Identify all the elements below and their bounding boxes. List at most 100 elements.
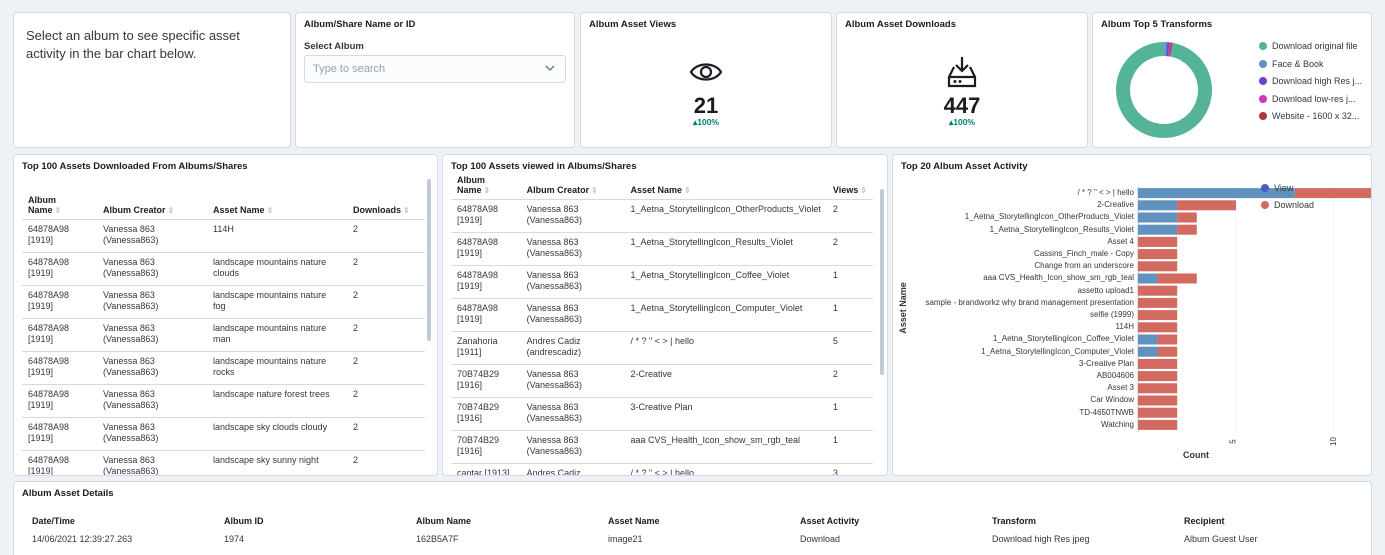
bar-download[interactable]	[1138, 310, 1178, 321]
downloads-header-label: Album Creator	[103, 204, 166, 215]
bar-download[interactable]	[1138, 383, 1178, 394]
bar-download[interactable]	[1138, 371, 1178, 382]
bar-download[interactable]	[1138, 358, 1178, 369]
bar-view[interactable]	[1138, 273, 1158, 284]
downloads-row: 64878A98 [1919] Vanessa 863 (Vanessa863) l…	[22, 252, 425, 286]
bar-download[interactable]	[1177, 224, 1197, 235]
downloads-cell: 2	[347, 384, 425, 418]
sort-icon[interactable]: ⇕	[168, 206, 175, 215]
bar-view[interactable]	[1138, 334, 1158, 345]
bar-download[interactable]	[1138, 249, 1178, 260]
downloads-header-album-creator[interactable]: Album Creator ⇕	[97, 177, 207, 220]
bar-download[interactable]	[1138, 322, 1178, 333]
bar-view[interactable]	[1138, 224, 1178, 235]
views-header-album-creator[interactable]: Album Creator ⇕	[520, 169, 625, 200]
details-header-label: Recipient	[1184, 516, 1225, 526]
views-metric-title: Album Asset Views	[589, 19, 677, 30]
bar-download[interactable]	[1157, 273, 1197, 284]
views-cell: 1	[826, 430, 873, 464]
chart-legend-item[interactable]: View	[1261, 183, 1293, 193]
downloads-cell: 2	[347, 417, 425, 451]
bar-view[interactable]	[1138, 346, 1158, 357]
bar-download[interactable]	[1138, 395, 1178, 406]
transform-legend-item[interactable]: Website - 1600 x 32...	[1259, 111, 1359, 121]
sort-icon[interactable]: ⇕	[267, 206, 274, 215]
chevron-down-icon[interactable]	[545, 64, 555, 75]
details-panel: Album Asset Details Date/Time Album ID Alb…	[13, 481, 1372, 555]
downloads-table-panel: Top 100 Assets Downloaded From Albums/Sh…	[13, 154, 438, 476]
transforms-title: Album Top 5 Transforms	[1101, 19, 1213, 30]
y-tick-label: Change from an underscore	[1034, 261, 1134, 271]
legend-dot	[1259, 42, 1267, 50]
downloads-cell: landscape mountains nature rocks	[207, 351, 347, 385]
sort-icon[interactable]: ⇕	[684, 186, 691, 195]
downloads-cell: Vanessa 863 (Vanessa863)	[97, 417, 207, 451]
views-header-views[interactable]: Views ⇕	[826, 169, 873, 200]
sort-icon[interactable]: ⇕	[403, 206, 410, 215]
y-tick-label: selfie (1999)	[1089, 310, 1134, 319]
downloads-cell: 2	[347, 318, 425, 352]
bar-view[interactable]	[1138, 200, 1178, 211]
donut-slice[interactable]	[1116, 42, 1212, 138]
bar-download[interactable]	[1138, 285, 1178, 296]
views-cell: / * ? " < > | hello	[624, 331, 827, 365]
sort-icon[interactable]: ⇕	[860, 186, 867, 195]
downloads-row: 64878A98 [1919] Vanessa 863 (Vanessa863) l…	[22, 351, 425, 385]
views-cell: Andres Cadiz (andrescadiz)	[520, 331, 625, 365]
views-header-label: Asset Name	[630, 184, 682, 195]
transform-legend-item[interactable]: Download low-res j...	[1259, 94, 1356, 104]
downloads-header-label: Downloads	[353, 204, 402, 215]
downloads-header-asset-name[interactable]: Asset Name ⇕	[207, 177, 347, 220]
bar-download[interactable]	[1138, 419, 1178, 430]
downloads-cell: landscape mountains nature clouds	[207, 252, 347, 286]
details-header-date-time: Date/Time	[26, 508, 218, 530]
views-cell: 2	[826, 364, 873, 398]
details-title: Album Asset Details	[22, 488, 114, 499]
x-tick-label: 10	[1328, 437, 1338, 446]
downloads-header-album-name[interactable]: Album Name ⇕	[22, 177, 97, 220]
transform-legend-label: Face & Book	[1272, 58, 1324, 69]
details-cell: Album Guest User	[1178, 530, 1366, 555]
transform-legend-item[interactable]: Download high Res j...	[1259, 76, 1362, 86]
views-row: 70B74B29 [1916] Vanessa 863 (Vanessa863) 3…	[451, 397, 873, 431]
bar-download[interactable]	[1138, 297, 1178, 308]
views-change: ▴100%	[692, 117, 719, 127]
downloads-header-downloads[interactable]: Downloads ⇕	[347, 177, 425, 220]
sort-icon[interactable]: ⇕	[484, 186, 491, 195]
details-cell: Download high Res jpeg	[986, 530, 1178, 555]
transform-legend-label: Download high Res j...	[1272, 76, 1363, 86]
bar-download[interactable]	[1177, 212, 1197, 223]
bar-download[interactable]	[1138, 261, 1178, 272]
bar-download[interactable]	[1138, 407, 1178, 418]
transform-legend-item[interactable]: Face & Book	[1259, 59, 1324, 69]
bar-download[interactable]	[1157, 334, 1178, 345]
transform-legend-item[interactable]: Download original file	[1259, 41, 1358, 51]
y-tick-label: 1_Aetna_StorytellingIcon_Computer_Violet	[981, 346, 1134, 356]
chart-legend-item[interactable]: Download	[1261, 200, 1314, 210]
sort-icon[interactable]: ⇕	[591, 186, 598, 195]
views-header-album-name[interactable]: Album Name ⇕	[451, 169, 521, 200]
views-cell: / * ? " < > | hello	[624, 463, 827, 475]
downloads-scrollbar[interactable]	[427, 179, 431, 341]
select-album-label: Select Album	[304, 41, 364, 52]
bar-download[interactable]	[1138, 236, 1178, 247]
views-cell: 64878A98 [1919]	[451, 298, 521, 332]
details-cell: image21	[602, 530, 794, 555]
views-header-asset-name[interactable]: Asset Name ⇕	[624, 169, 827, 200]
album-search-combobox[interactable]	[304, 55, 566, 83]
downloads-change: ▴100%	[948, 117, 975, 127]
sort-icon[interactable]: ⇕	[55, 206, 62, 215]
x-axis-label: Count	[1183, 450, 1209, 460]
bar-view[interactable]	[1138, 212, 1178, 223]
bar-download[interactable]	[1177, 200, 1236, 211]
chart-legend-label: View	[1274, 183, 1294, 193]
downloads-cell: 2	[347, 285, 425, 319]
album-search-input[interactable]	[305, 56, 525, 82]
bar-download[interactable]	[1157, 346, 1178, 357]
eye-icon	[581, 59, 831, 88]
details-row: 14/06/2021 12:39:27.263 1974 162B5A7F image…	[26, 530, 1366, 555]
downloads-metric-title: Album Asset Downloads	[845, 19, 957, 30]
views-scrollbar[interactable]	[880, 189, 884, 375]
bar-download[interactable]	[1294, 188, 1372, 199]
downloads-cell: 2	[347, 450, 425, 475]
